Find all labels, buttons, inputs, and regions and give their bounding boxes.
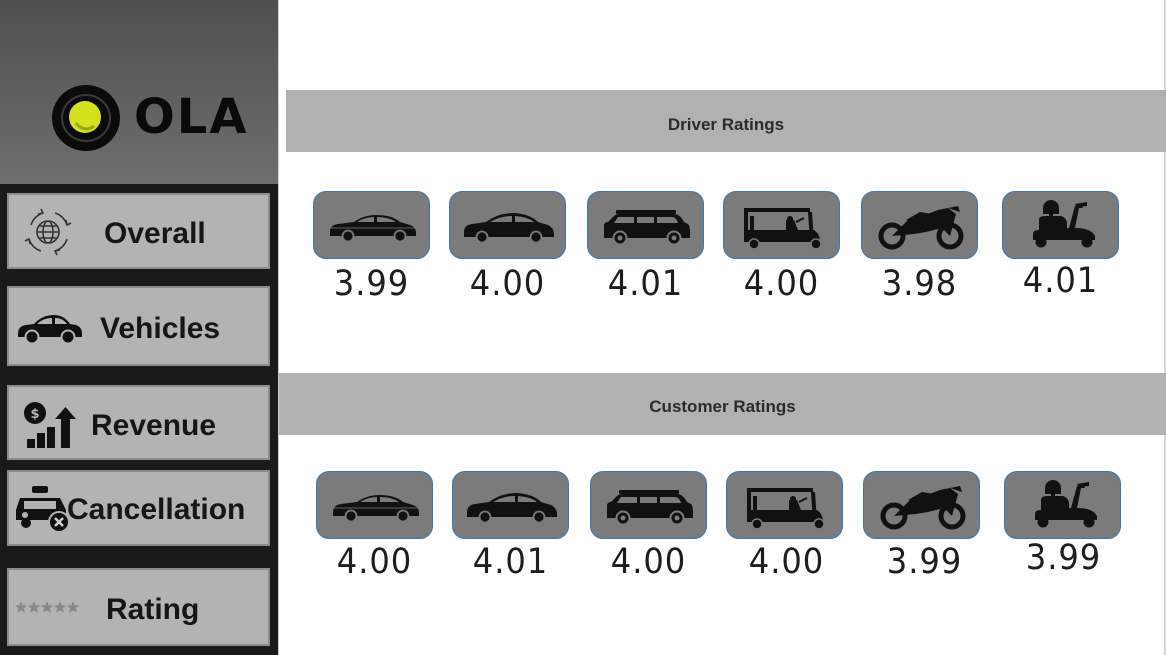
nav-rating-label: Rating: [106, 593, 200, 626]
main-divider: [278, 0, 279, 655]
driver-ratings-header: Driver Ratings: [286, 90, 1166, 152]
driver-bike-rating: 3.98: [881, 264, 958, 304]
sidebar: OLA Overall Vehicles $ Revenue Cancellat…: [0, 0, 279, 655]
customer-auto-rickshaw-rating: 4.00: [748, 542, 825, 582]
suv-icon: [603, 209, 691, 246]
auto-rickshaw-icon: [743, 207, 822, 250]
bike-icon: [864, 472, 981, 540]
suv-icon: [606, 489, 694, 526]
customer-sedan-rating: 4.00: [336, 542, 413, 582]
customer-bike-tile[interactable]: [863, 471, 980, 539]
driver-ebike-scooter-tile[interactable]: [1002, 191, 1119, 259]
car-icon: [18, 315, 82, 345]
customer-ebike-scooter-tile[interactable]: [1004, 471, 1121, 539]
driver-prime-sedan-rating: 4.00: [469, 264, 546, 304]
nav-revenue-button[interactable]: $ Revenue: [7, 385, 270, 460]
brand-logo-text: OLA: [134, 89, 249, 145]
driver-suv-tile[interactable]: [587, 191, 704, 259]
nav-vehicles-button[interactable]: Vehicles: [7, 286, 270, 366]
customer-sedan-tile[interactable]: [316, 471, 433, 539]
sedan-icon: [332, 494, 420, 523]
ebike-scooter-icon: [1033, 200, 1095, 248]
customer-ratings-header: Customer Ratings: [279, 373, 1166, 435]
driver-sedan-tile[interactable]: [313, 191, 430, 259]
driver-auto-rickshaw-rating: 4.00: [743, 264, 820, 304]
globe-arrows-icon: [24, 208, 72, 256]
customer-prime-sedan-tile[interactable]: [452, 471, 569, 539]
customer-auto-rickshaw-tile[interactable]: [726, 471, 843, 539]
nav-overall-button[interactable]: Overall: [7, 193, 270, 269]
customer-ebike-scooter-rating: 3.99: [1025, 538, 1102, 578]
driver-sedan-rating: 3.99: [333, 264, 410, 304]
nav-cancellation-button[interactable]: Cancellation: [7, 470, 270, 546]
bike-icon: [862, 192, 979, 260]
nav-revenue-label: Revenue: [91, 409, 217, 442]
driver-bike-tile[interactable]: [861, 191, 978, 259]
nav-overall-label: Overall: [104, 217, 206, 250]
svg-text:$: $: [30, 407, 39, 422]
revenue-chart-icon: $: [24, 402, 76, 448]
prime-sedan-icon: [463, 212, 555, 244]
customer-prime-sedan-rating: 4.01: [472, 542, 549, 582]
nav-cancellation-label: Cancellation: [67, 493, 246, 526]
sedan-icon: [329, 214, 417, 243]
driver-auto-rickshaw-tile[interactable]: [723, 191, 840, 259]
driver-suv-rating: 4.01: [607, 264, 684, 304]
logo-panel: OLA: [0, 0, 279, 184]
ola-logo-icon: [52, 85, 120, 151]
driver-ebike-scooter-rating: 4.01: [1022, 261, 1099, 301]
prime-sedan-icon: [466, 492, 558, 524]
customer-suv-tile[interactable]: [590, 471, 707, 539]
auto-rickshaw-icon: [746, 487, 825, 530]
customer-suv-rating: 4.00: [610, 542, 687, 582]
nav-vehicles-label: Vehicles: [100, 312, 221, 345]
stars-icon: [15, 601, 79, 613]
ebike-scooter-icon: [1035, 480, 1097, 528]
taxi-cancel-icon: [16, 486, 70, 533]
driver-prime-sedan-tile[interactable]: [449, 191, 566, 259]
customer-bike-rating: 3.99: [886, 542, 963, 582]
nav-rating-button[interactable]: Rating: [7, 568, 270, 646]
